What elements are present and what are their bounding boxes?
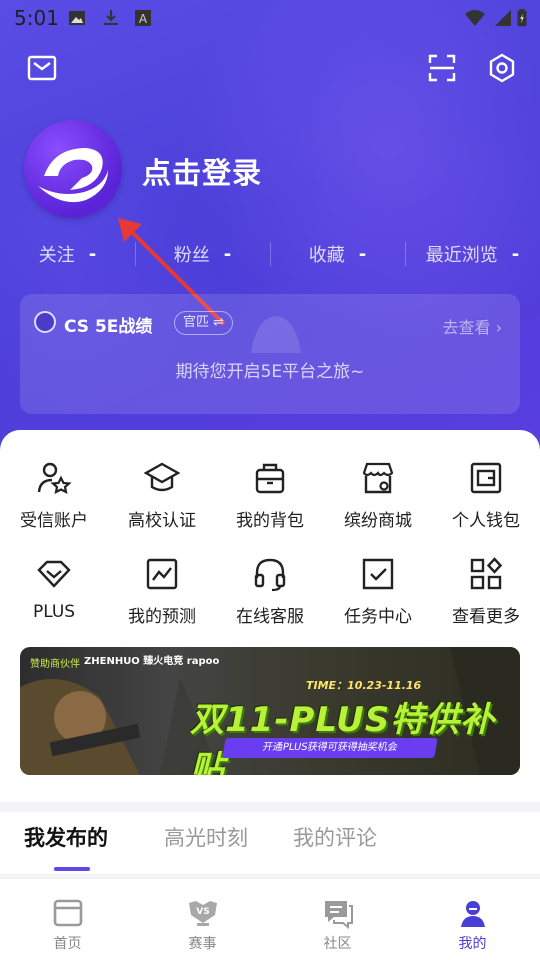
cs-record-card[interactable]: CS 5E战绩 官匹 ⇌ 去查看 › 期待您开启5E平台之旅~	[20, 294, 520, 414]
download-icon	[104, 10, 118, 25]
battery-icon	[517, 9, 527, 27]
match-mode-switch[interactable]: 官匹 ⇌	[174, 311, 234, 335]
image-icon	[69, 11, 85, 25]
bottom-navigation: 首页 VS 赛事 社区 我的	[0, 878, 540, 960]
service-campus-verify[interactable]: 高校认证	[108, 456, 216, 552]
scan-button[interactable]	[422, 48, 462, 88]
graduation-cap-icon	[144, 462, 180, 492]
mascot-watermark	[251, 316, 301, 353]
status-time: 5:01	[14, 6, 59, 30]
nav-mine[interactable]: 我的	[405, 879, 540, 960]
task-check-icon	[362, 558, 394, 590]
banner-brand: ZHENHUO 臻火电竞 rapoo	[84, 656, 220, 667]
nav-community[interactable]: 社区	[270, 879, 405, 960]
avatar[interactable]	[24, 120, 122, 218]
wifi-icon	[465, 10, 485, 26]
settings-icon	[489, 53, 515, 83]
grid-more-icon	[470, 557, 503, 590]
banner-headline: 双11-PLUS特供补贴	[190, 700, 496, 775]
tab-highlights[interactable]: 高光时刻	[164, 822, 248, 852]
signal-icon	[495, 10, 511, 26]
service-backpack[interactable]: 我的背包	[216, 456, 324, 552]
user-star-icon	[37, 462, 72, 494]
service-mall[interactable]: 缤纷商城	[324, 456, 432, 552]
content-tabs: 我发布的 高光时刻 我的评论	[0, 812, 540, 874]
backpack-icon	[255, 463, 285, 494]
service-more[interactable]: 查看更多	[432, 552, 540, 648]
profile-header: 5:01 A 点击登录 关注 - 粉丝 - 收藏 - 最近浏览 - CS 5E战…	[0, 0, 540, 470]
diamond-icon	[37, 560, 71, 588]
settings-button[interactable]	[482, 48, 522, 88]
banner-time: TIME：10.23-11.16	[306, 679, 422, 692]
app-notification-icon: A	[135, 10, 151, 26]
svg-text:VS: VS	[196, 907, 209, 917]
mail-button[interactable]	[22, 48, 62, 88]
tab-indicator	[54, 867, 90, 871]
store-icon	[362, 462, 394, 494]
person-icon	[460, 901, 485, 927]
stat-favorites[interactable]: 收藏 -	[270, 236, 405, 272]
service-grid: 受信账户 高校认证 我的背包 缤纷商城 个人钱包 PLUS 我的预测 在线客服 …	[0, 456, 540, 648]
service-task-center[interactable]: 任务中心	[324, 552, 432, 648]
app-logo-icon	[38, 148, 108, 203]
service-prediction[interactable]: 我的预测	[108, 552, 216, 648]
cs-card-title: CS 5E战绩	[64, 317, 153, 337]
service-wallet[interactable]: 个人钱包	[432, 456, 540, 552]
tab-my-posts[interactable]: 我发布的	[24, 822, 108, 852]
promo-banner[interactable]: 赞助商伙伴 ZHENHUO 臻火电竞 rapoo TIME：10.23-11.1…	[20, 647, 520, 775]
vs-trophy-icon: VS	[188, 901, 217, 926]
login-link[interactable]: 点击登录	[142, 150, 262, 192]
stats-bar: 关注 - 粉丝 - 收藏 - 最近浏览 -	[0, 236, 540, 272]
tab-my-comments[interactable]: 我的评论	[293, 822, 377, 852]
chat-bubble-icon	[324, 901, 353, 929]
home-card-icon	[53, 899, 82, 927]
scan-icon	[428, 54, 456, 82]
services-panel: 受信账户 高校认证 我的背包 缤纷商城 个人钱包 PLUS 我的预测 在线客服 …	[0, 430, 540, 802]
stat-following[interactable]: 关注 -	[0, 236, 135, 272]
cs-card-message: 期待您开启5E平台之旅~	[175, 362, 365, 382]
nav-matches[interactable]: VS 赛事	[135, 879, 270, 960]
stat-recent[interactable]: 最近浏览 -	[405, 236, 540, 272]
headset-icon	[254, 558, 286, 592]
nav-home[interactable]: 首页	[0, 879, 135, 960]
status-bar: 5:01 A	[0, 0, 540, 36]
trend-chart-icon	[146, 558, 178, 590]
mail-icon	[27, 55, 57, 81]
svg-text:A: A	[139, 12, 148, 26]
stat-fans[interactable]: 粉丝 -	[135, 236, 270, 272]
service-plus[interactable]: PLUS	[0, 552, 108, 648]
wallet-icon	[470, 462, 502, 494]
banner-subline: 开通PLUS获得可获得抽奖机会	[222, 738, 438, 758]
view-record-link[interactable]: 去查看 ›	[443, 314, 503, 338]
banner-sponsor: 赞助商伙伴	[30, 659, 80, 670]
cs-logo-icon	[34, 311, 56, 333]
service-customer-support[interactable]: 在线客服	[216, 552, 324, 648]
service-trusted-account[interactable]: 受信账户	[0, 456, 108, 552]
